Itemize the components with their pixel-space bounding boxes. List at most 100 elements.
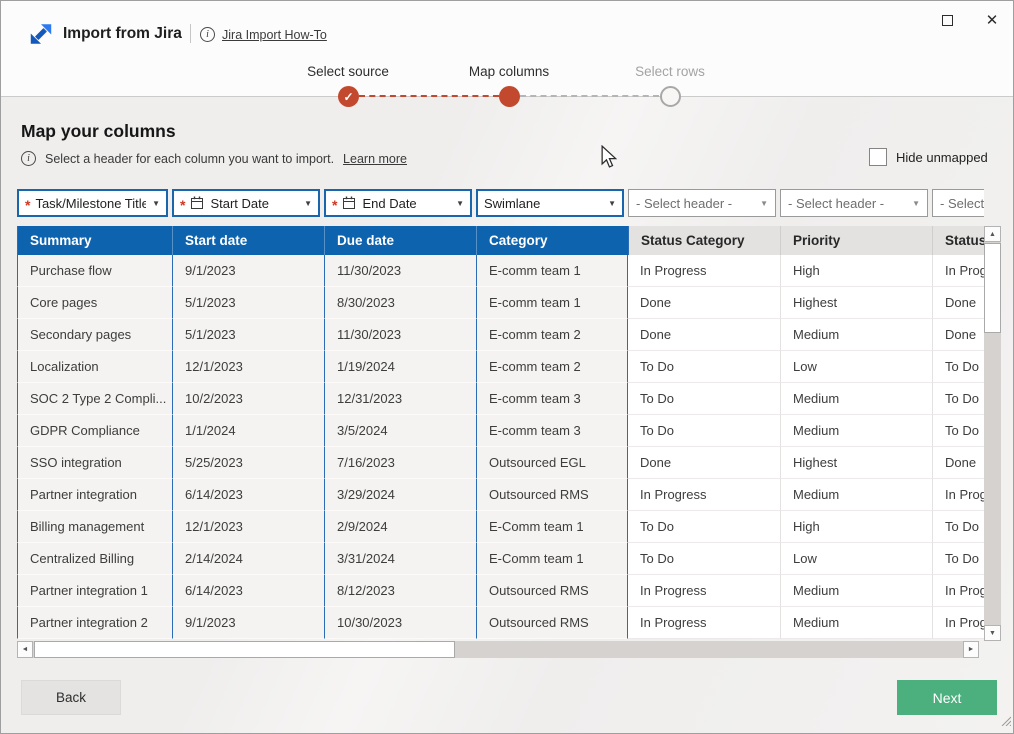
- cell: 7/16/2023: [324, 447, 476, 479]
- column-header[interactable]: Category: [476, 226, 628, 255]
- next-button[interactable]: Next: [897, 680, 997, 715]
- cell: Done: [932, 287, 984, 319]
- column-header[interactable]: Start date: [172, 226, 324, 255]
- jira-logo-icon: [27, 20, 55, 48]
- column-header-label: Category: [489, 233, 548, 248]
- cell: Partner integration 2: [17, 607, 172, 639]
- column-header[interactable]: Status Category: [628, 226, 780, 255]
- cell: E-comm team 2: [476, 319, 628, 351]
- table-row: SOC 2 Type 2 Compli...10/2/202312/31/202…: [17, 383, 984, 415]
- scroll-down-button[interactable]: ▼: [984, 625, 1001, 641]
- cell: Secondary pages: [17, 319, 172, 351]
- window-title: Import from Jira: [63, 25, 182, 43]
- column-header-label: Start date: [185, 233, 247, 248]
- grid-rows: Purchase flow9/1/202311/30/2023E-comm te…: [17, 255, 984, 639]
- maximize-button[interactable]: [932, 8, 962, 32]
- cell: To Do: [932, 351, 984, 383]
- column-selector[interactable]: * Start Date ▼: [172, 189, 320, 217]
- table-row: Partner integration 16/14/20238/12/2023O…: [17, 575, 984, 607]
- cell: SOC 2 Type 2 Compli...: [17, 383, 172, 415]
- horizontal-scroll-thumb[interactable]: [34, 641, 455, 658]
- required-star: *: [180, 198, 185, 212]
- chevron-down-icon: ▼: [906, 199, 920, 208]
- column-header-label: Status: [945, 233, 984, 248]
- hide-unmapped-toggle[interactable]: Hide unmapped: [869, 148, 988, 166]
- resize-grip-icon[interactable]: [1001, 713, 1011, 731]
- table-row: Centralized Billing2/14/20243/31/2024E-C…: [17, 543, 984, 575]
- cell: In Progress: [628, 255, 780, 287]
- column-selector[interactable]: - Select header - ▼: [780, 189, 928, 217]
- column-header[interactable]: Summary: [17, 226, 172, 255]
- table-row: SSO integration5/25/20237/16/2023Outsour…: [17, 447, 984, 479]
- table-row: Purchase flow9/1/202311/30/2023E-comm te…: [17, 255, 984, 287]
- cell: 2/9/2024: [324, 511, 476, 543]
- vertical-scroll-thumb[interactable]: [984, 243, 1001, 333]
- cell: Outsourced EGL: [476, 447, 628, 479]
- cell: Core pages: [17, 287, 172, 319]
- selector-label: - Select header -: [788, 196, 884, 211]
- cell: 10/30/2023: [324, 607, 476, 639]
- howto-link[interactable]: Jira Import How-To: [222, 28, 327, 42]
- column-selector[interactable]: Swimlane ▼: [476, 189, 624, 217]
- cell: 1/19/2024: [324, 351, 476, 383]
- cell: 3/31/2024: [324, 543, 476, 575]
- cell: In Progress: [932, 575, 984, 607]
- cell: 11/30/2023: [324, 255, 476, 287]
- import-from-jira-dialog: Import from Jira i Jira Import How-To ✕ …: [0, 0, 1014, 734]
- cell: Medium: [780, 383, 932, 415]
- hide-unmapped-checkbox[interactable]: [869, 148, 887, 166]
- cell: 12/1/2023: [172, 511, 324, 543]
- cell: Medium: [780, 319, 932, 351]
- back-button[interactable]: Back: [21, 680, 121, 715]
- cell: Done: [628, 287, 780, 319]
- scroll-right-button[interactable]: ►: [963, 641, 979, 658]
- cell: 12/1/2023: [172, 351, 324, 383]
- learn-more-link[interactable]: Learn more: [343, 152, 407, 166]
- column-header-label: Summary: [30, 233, 92, 248]
- column-header[interactable]: Priority: [780, 226, 932, 255]
- info-row: i Select a header for each column you wa…: [21, 151, 407, 166]
- cell: To Do: [932, 543, 984, 575]
- dialog-header: [1, 1, 1013, 96]
- cell: To Do: [932, 383, 984, 415]
- column-selector[interactable]: - Select header - ▼: [628, 189, 776, 217]
- cell: 5/1/2023: [172, 319, 324, 351]
- step-circle-select-rows[interactable]: [660, 86, 681, 107]
- column-header[interactable]: Due date: [324, 226, 476, 255]
- step-label-select-source: Select source: [307, 64, 389, 79]
- cell: E-comm team 2: [476, 351, 628, 383]
- table-row: Billing management12/1/20232/9/2024E-Com…: [17, 511, 984, 543]
- required-star: *: [25, 198, 30, 212]
- chevron-down-icon: ▼: [602, 199, 616, 208]
- column-selector[interactable]: * Task/Milestone Title ▼: [17, 189, 168, 217]
- column-selector[interactable]: - Select header - ▼: [932, 189, 984, 217]
- step-circle-select-source[interactable]: ✓: [338, 86, 359, 107]
- cell: SSO integration: [17, 447, 172, 479]
- scroll-left-button[interactable]: ◄: [17, 641, 33, 658]
- cell: 8/12/2023: [324, 575, 476, 607]
- vertical-scrollbar[interactable]: ▲ ▼: [984, 226, 1001, 641]
- column-header[interactable]: Status: [932, 226, 984, 255]
- page-title: Map your columns: [21, 121, 176, 142]
- cell: Partner integration: [17, 479, 172, 511]
- cell: To Do: [628, 415, 780, 447]
- column-header-label: Due date: [337, 233, 394, 248]
- cell: To Do: [932, 511, 984, 543]
- horizontal-scrollbar[interactable]: ◄ ►: [17, 641, 979, 658]
- cell: Low: [780, 351, 932, 383]
- scroll-up-button[interactable]: ▲: [984, 226, 1001, 242]
- cell: To Do: [628, 543, 780, 575]
- cell: 9/1/2023: [172, 255, 324, 287]
- cell: E-comm team 3: [476, 415, 628, 447]
- hide-unmapped-label: Hide unmapped: [896, 150, 988, 165]
- close-button[interactable]: ✕: [977, 8, 1007, 32]
- selector-label: Task/Milestone Title: [35, 196, 146, 211]
- column-selector[interactable]: * End Date ▼: [324, 189, 472, 217]
- preview-table: Summary Start date Due date Category Sta…: [17, 226, 984, 639]
- cell: In Progress: [932, 479, 984, 511]
- step-circle-map-columns[interactable]: [499, 86, 520, 107]
- cell: Low: [780, 543, 932, 575]
- mouse-cursor-icon: [598, 145, 620, 174]
- cell: Done: [628, 447, 780, 479]
- cell: To Do: [628, 351, 780, 383]
